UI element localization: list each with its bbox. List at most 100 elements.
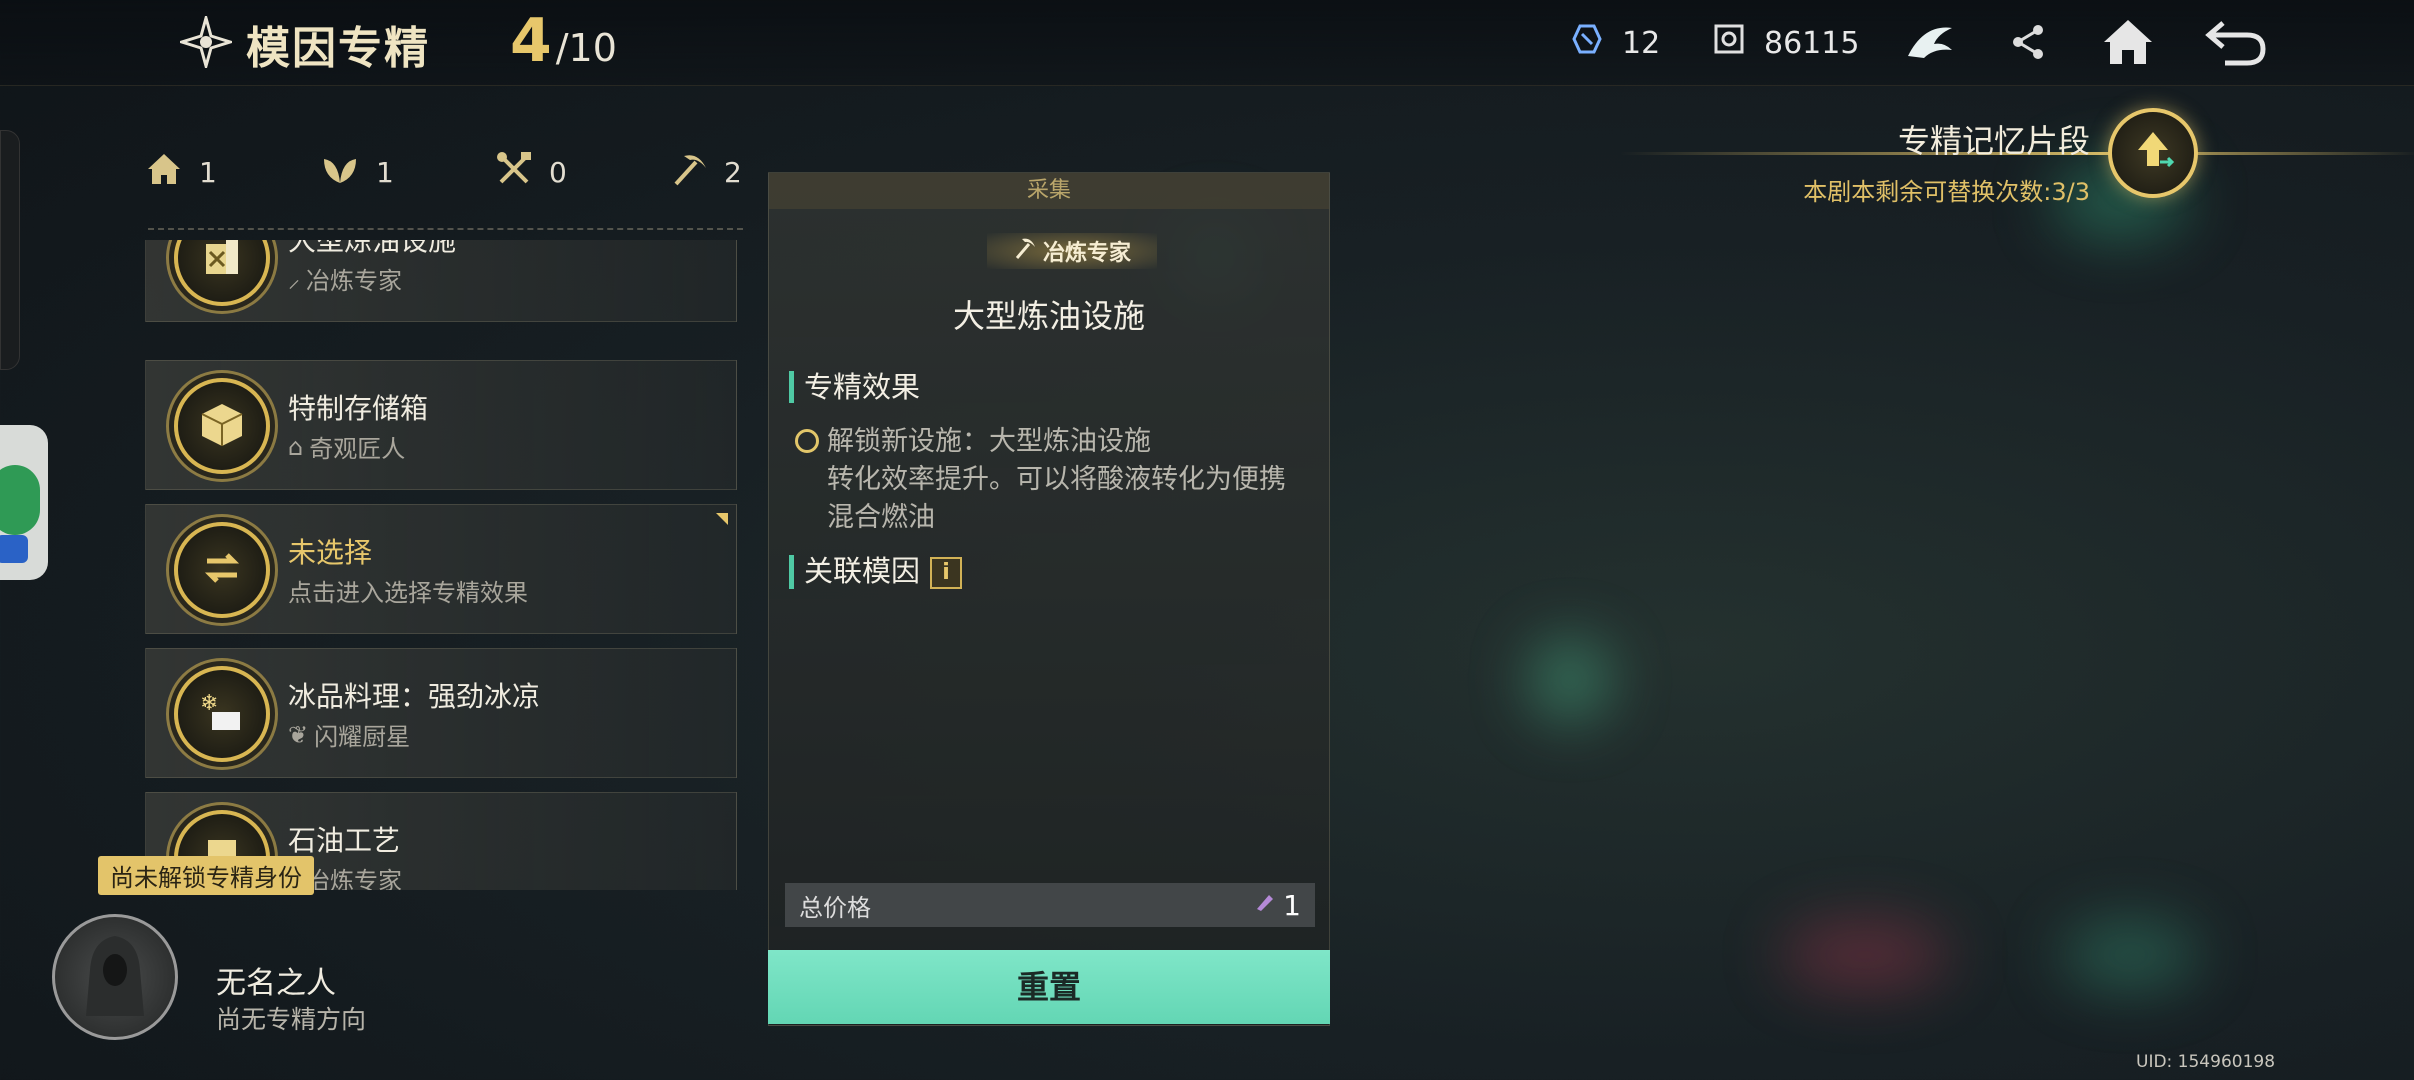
price-label: 总价格: [799, 893, 871, 922]
stat-value: 1: [376, 156, 394, 189]
background-glow: [1530, 640, 1610, 720]
player-direction: 尚无专精方向: [216, 1005, 367, 1034]
ice-dessert-icon: ❄: [196, 686, 248, 742]
spec-role-label: 奇观匠人: [309, 435, 406, 463]
spec-hint: 点击进入选择专精效果: [288, 579, 528, 607]
spec-role-label: 闪耀厨星: [314, 723, 411, 751]
stat-value: 1: [199, 156, 217, 189]
pickaxe-icon: [1013, 236, 1037, 266]
gear-box-icon: [1712, 22, 1746, 64]
spec-name: 未选择: [288, 536, 373, 569]
back-button[interactable]: [2204, 12, 2268, 76]
related-heading-row: 关联模因 i: [789, 554, 963, 589]
stat-building: 1: [145, 150, 320, 195]
effect-description: 解锁新设施：大型炼油设施 转化效率提升。可以将酸液转化为便携混合燃油: [795, 423, 1305, 537]
player-name: 无名之人: [216, 966, 336, 1001]
meme-star-icon: [177, 12, 235, 72]
spec-slot-icon: [174, 240, 270, 306]
info-icon[interactable]: i: [930, 557, 963, 589]
stats-divider: [148, 228, 743, 230]
avatar[interactable]: [52, 914, 178, 1040]
spec-role: ⌂ 奇观匠人: [288, 429, 405, 464]
background-glow: [1780, 920, 1950, 990]
home-icon: [2100, 16, 2156, 72]
title-area: 模因专精: [177, 12, 430, 76]
memory-title: 专精记忆片段: [1897, 122, 2090, 160]
page-title: 模因专精: [246, 23, 430, 74]
spec-role-label: 冶炼专家: [306, 267, 402, 295]
crystal-shard-icon: [1253, 891, 1275, 919]
effect-line1: 解锁新设施：大型炼油设施: [827, 426, 1151, 457]
background-glow: [2060, 920, 2200, 990]
detail-role-label: 冶炼专家: [1042, 241, 1131, 266]
upgrade-arrow-icon: [2128, 126, 2178, 180]
effect-line2: 转化效率提升。可以将酸液转化为便携混合燃油: [827, 464, 1286, 533]
price-amount: 1: [1253, 889, 1301, 922]
specialization-progress: 4 /10: [510, 6, 617, 76]
detail-category: 采集: [769, 173, 1329, 209]
refinery-icon: [196, 240, 248, 286]
top-bar: 模因专精 4 /10 12 86115: [0, 0, 2414, 86]
category-stats: 1 1 0 2: [145, 150, 845, 195]
spec-slot-icon: [174, 378, 270, 474]
uid-label: UID: 154960198: [2136, 1052, 2276, 1072]
selection-corner: [716, 513, 728, 525]
specialization-list[interactable]: 大型炼油设施 ⸝ 冶炼专家 特制存储箱 ⌂ 奇观匠人 未选择 点击进入选择专精效果 …: [145, 240, 737, 890]
leaf-icon: [320, 151, 360, 194]
emblem-button[interactable]: [1898, 12, 1962, 76]
spec-name: 冰品料理：强劲冰凉: [288, 680, 541, 713]
stat-tools: 0: [495, 150, 670, 195]
effect-heading: 专精效果: [789, 371, 920, 403]
resource-currency[interactable]: 86115: [1712, 22, 1859, 64]
progress-total: /10: [555, 26, 617, 70]
detail-panel: 采集 冶炼专家 大型炼油设施 专精效果 解锁新设施：大型炼油设施 转化效率提升。…: [768, 172, 1330, 1026]
memory-swap-button[interactable]: [2108, 108, 2198, 198]
storage-box-icon: [196, 398, 248, 454]
hooded-figure-icon: [80, 930, 150, 1024]
related-heading: 关联模因: [804, 554, 921, 588]
stat-cooking: 1: [320, 150, 495, 195]
swap-icon: [199, 545, 245, 595]
pickaxe-icon: ⸝: [288, 265, 300, 293]
spec-card-unselected[interactable]: 未选择 点击进入选择专精效果: [145, 504, 737, 634]
house-icon: [145, 151, 183, 194]
spec-name: 石油工艺: [288, 824, 401, 857]
spec-slot-icon: ❄: [174, 666, 270, 762]
resource-fragment[interactable]: 12: [1570, 22, 1660, 64]
detail-role-badge: 冶炼专家: [987, 233, 1157, 269]
share-icon: [2008, 22, 2048, 66]
leaf-icon: ❦: [288, 720, 309, 749]
emblem-icon: [1904, 20, 1956, 68]
fragment-count: 12: [1622, 25, 1661, 61]
spec-name: 大型炼油设施: [288, 240, 457, 257]
progress-current: 4: [510, 6, 552, 76]
home-button[interactable]: [2096, 12, 2160, 76]
stat-value: 0: [549, 156, 567, 189]
plus-bullet-icon: [795, 429, 819, 453]
side-handle[interactable]: [0, 130, 20, 370]
reset-button[interactable]: 重置: [768, 950, 1330, 1024]
house-icon: ⌂: [288, 432, 304, 461]
spec-role: ❦ 闪耀厨星: [288, 717, 410, 752]
spec-role-label: 冶炼专家: [306, 867, 402, 890]
spec-card[interactable]: ❄ 冰品料理：强劲冰凉 ❦ 闪耀厨星: [145, 648, 737, 778]
price-value: 1: [1283, 888, 1301, 922]
crystal-icon: [1570, 22, 1604, 64]
spec-role: ⸝冶炼专家: [288, 261, 402, 296]
floating-app-icon[interactable]: [0, 425, 48, 580]
memory-replace-count: 本剧本剩余可替换次数:3/3: [1803, 178, 2090, 206]
identity-locked-tag: 尚未解锁专精身份: [98, 856, 314, 895]
total-price-row: 总价格 1: [785, 883, 1315, 927]
spec-name: 特制存储箱: [288, 392, 429, 425]
return-arrow-icon: [2203, 17, 2269, 71]
stat-value: 2: [724, 156, 742, 189]
tools-icon: [495, 150, 533, 195]
memory-fragment-area: 专精记忆片段 本剧本剩余可替换次数:3/3: [1590, 108, 2414, 208]
detail-title: 大型炼油设施: [952, 297, 1145, 335]
spec-card[interactable]: 大型炼油设施 ⸝ 冶炼专家: [145, 240, 737, 322]
spec-slot-icon: [174, 522, 270, 618]
currency-count: 86115: [1764, 25, 1860, 61]
spec-card[interactable]: 特制存储箱 ⌂ 奇观匠人: [145, 360, 737, 490]
pickaxe-icon: [670, 150, 708, 195]
share-button[interactable]: [1996, 12, 2060, 76]
